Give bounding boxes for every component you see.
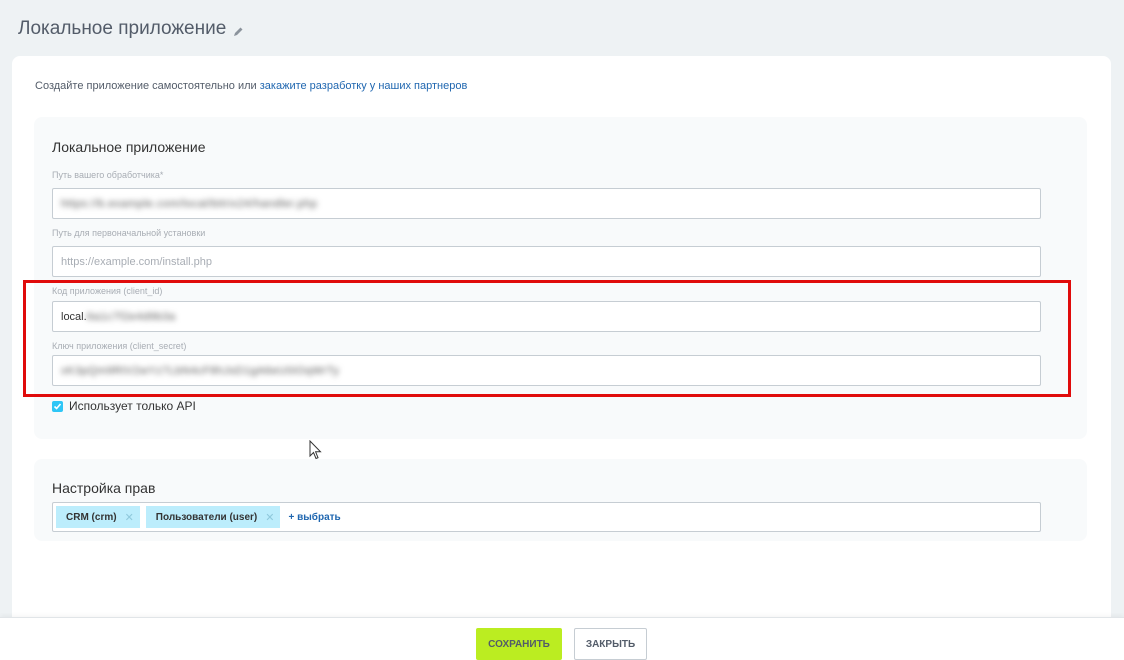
remove-tag-crm-close-icon[interactable]: ✕ bbox=[125, 511, 134, 524]
rights-section-title: Настройка прав bbox=[52, 480, 156, 496]
close-button[interactable]: ЗАКРЫТЬ bbox=[574, 628, 647, 660]
handler-path-label: Путь вашего обработчика* bbox=[52, 170, 164, 180]
api-only-checkbox[interactable] bbox=[52, 400, 63, 412]
save-button[interactable]: СОХРАНИТЬ bbox=[476, 628, 562, 660]
add-right-label: выбрать bbox=[297, 511, 341, 523]
handler-path-input[interactable]: https://b.example.com/local/bitrix24/han… bbox=[52, 188, 1041, 219]
highlight-frame bbox=[23, 280, 1071, 397]
install-path-placeholder: https://example.com/install.php bbox=[61, 255, 213, 268]
page-title: Локальное приложение bbox=[18, 18, 227, 39]
rights-section: Настройка прав CRM (crm) ✕ Пользователи … bbox=[34, 459, 1087, 541]
api-only-row[interactable]: Использует только API bbox=[52, 399, 196, 413]
add-right-link[interactable]: + выбрать bbox=[288, 512, 340, 523]
partners-link[interactable]: закажите разработку у наших партнеров bbox=[260, 80, 468, 92]
install-path-input[interactable]: https://example.com/install.php bbox=[52, 246, 1041, 277]
install-path-label: Путь для первоначальной установки bbox=[52, 228, 206, 238]
tag-user-label: Пользователи (user) bbox=[155, 511, 258, 523]
edit-title-pencil-icon[interactable] bbox=[232, 25, 244, 37]
mouse-cursor-icon bbox=[309, 439, 323, 465]
tag-user: Пользователи (user) ✕ bbox=[145, 506, 281, 528]
footer-bar: СОХРАНИТЬ ЗАКРЫТЬ bbox=[0, 617, 1124, 660]
local-app-section-title: Локальное приложение bbox=[52, 139, 206, 155]
tag-crm: CRM (crm) ✕ bbox=[56, 506, 140, 528]
rights-tags-input[interactable]: CRM (crm) ✕ Пользователи (user) ✕ + выбр… bbox=[52, 502, 1041, 532]
remove-tag-user-close-icon[interactable]: ✕ bbox=[265, 511, 274, 524]
page-header: Локальное приложение bbox=[18, 18, 244, 40]
intro-text-plain: Создайте приложение самостоятельно или bbox=[35, 80, 260, 92]
plus-icon: + bbox=[288, 511, 298, 523]
api-only-label: Использует только API bbox=[69, 399, 196, 413]
checkmark-icon bbox=[53, 402, 62, 410]
tag-crm-label: CRM (crm) bbox=[66, 511, 117, 523]
intro-text: Создайте приложение самостоятельно или з… bbox=[35, 80, 467, 92]
handler-path-value: https://b.example.com/local/bitrix24/han… bbox=[61, 197, 318, 210]
